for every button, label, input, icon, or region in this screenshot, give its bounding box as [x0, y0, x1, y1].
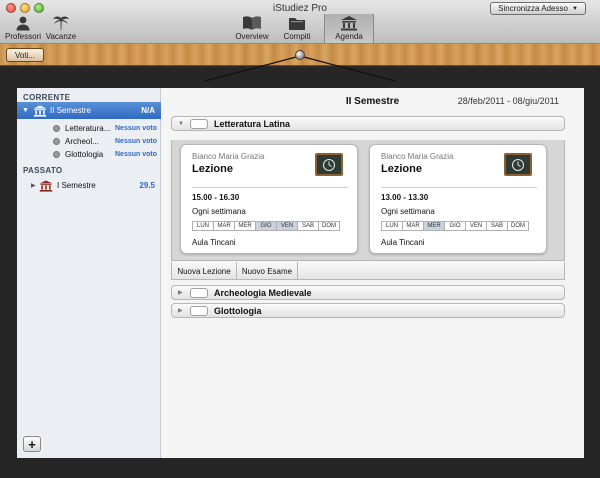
- card-time: 15.00 - 16.30: [192, 193, 240, 202]
- day-ven[interactable]: VEN: [276, 221, 298, 231]
- course-color-swatch: [190, 305, 208, 316]
- day-mar[interactable]: MAR: [402, 221, 424, 231]
- disclosure-triangle-icon[interactable]: ▼: [22, 107, 30, 114]
- sync-now-button[interactable]: Sincronizza Adesso ▼: [490, 2, 586, 15]
- toolbar-overview-label: Overview: [235, 32, 269, 41]
- day-mer[interactable]: MER: [423, 221, 445, 231]
- course-header-archeologia[interactable]: ▶ Archeologia Medievale: [171, 285, 565, 300]
- toolbar-vacanze[interactable]: Vacanze: [44, 14, 78, 43]
- new-lesson-button[interactable]: Nuova Lezione: [172, 262, 237, 280]
- card-time: 13.00 - 13.30: [381, 193, 429, 202]
- course-title: Glottologia: [214, 305, 262, 316]
- card-kind: Lezione: [381, 163, 422, 175]
- card-room: Aula Tincani: [381, 238, 425, 247]
- toolbar-agenda-label: Agenda: [335, 32, 363, 41]
- sidebar-item-current-semester[interactable]: ▼ II Semestre N/A: [17, 102, 161, 119]
- new-exam-button[interactable]: Nuovo Esame: [237, 262, 298, 280]
- sidebar-item-past-semester[interactable]: ▶ I Semestre 29.5: [17, 177, 161, 194]
- class-card[interactable]: Bianco Maria Grazia Lezione 13.00 - 13.3…: [369, 144, 547, 254]
- section-header-current: CORRENTE: [23, 93, 71, 102]
- section-header-past: PASSATO: [23, 166, 63, 175]
- day-sab[interactable]: SAB: [486, 221, 508, 231]
- semester-date-range: 28/feb/2011 - 08/giu/2011: [457, 96, 559, 106]
- course-header-letteratura[interactable]: ▼ Letteratura Latina: [171, 116, 565, 131]
- past-semester-label: I Semestre: [57, 181, 96, 190]
- toolbar-agenda[interactable]: Agenda: [324, 14, 374, 43]
- card-kind: Lezione: [192, 163, 233, 175]
- course-dot-icon: [53, 150, 60, 158]
- day-mar[interactable]: MAR: [213, 221, 235, 231]
- day-lun[interactable]: LUN: [192, 221, 214, 231]
- day-mer[interactable]: MER: [234, 221, 256, 231]
- day-gio[interactable]: GIO: [444, 221, 466, 231]
- disclosure-triangle-icon[interactable]: ▶: [178, 307, 190, 314]
- toolbar-compiti[interactable]: Compiti: [277, 14, 317, 43]
- person-icon: [13, 15, 33, 31]
- disclosure-triangle-icon[interactable]: ▼: [178, 121, 190, 127]
- course-title: Archeologia Medievale: [214, 287, 312, 298]
- toolbar-vacanze-label: Vacanze: [45, 32, 77, 41]
- disclosure-triangle-icon[interactable]: ▶: [31, 182, 39, 189]
- card-divider: [381, 187, 537, 188]
- course-name: Archeol...: [65, 136, 99, 146]
- day-lun[interactable]: LUN: [381, 221, 403, 231]
- card-divider: [192, 187, 348, 188]
- day-selector: LUN MAR MER GIO VEN SAB DOM: [192, 221, 340, 231]
- day-ven[interactable]: VEN: [465, 221, 487, 231]
- course-dot-icon: [53, 137, 60, 145]
- past-semester-value: 29.5: [139, 181, 155, 190]
- course-color-swatch: [190, 118, 208, 129]
- card-professor: Bianco Maria Grazia: [381, 152, 454, 161]
- sidebar-course-item[interactable]: Archeol... Nessun voto: [53, 135, 159, 147]
- course-grade-status: Nessun voto: [115, 150, 158, 158]
- sidebar-course-item[interactable]: Glottologia Nessun voto: [53, 148, 159, 160]
- course-name: Letteratura...: [65, 123, 111, 133]
- course-header-glottologia[interactable]: ▶ Glottologia: [171, 303, 565, 318]
- card-frequency: Ogni settimana: [381, 207, 435, 216]
- building-icon: [33, 105, 47, 117]
- sync-now-label: Sincronizza Adesso: [498, 4, 568, 13]
- add-button[interactable]: +: [23, 436, 41, 452]
- chalkboard-clock-icon: [315, 153, 343, 176]
- palm-tree-icon: [51, 15, 71, 31]
- class-card[interactable]: Bianco Maria Grazia Lezione 15.00 - 16.3…: [180, 144, 358, 254]
- disclosure-triangle-icon[interactable]: ▶: [178, 289, 190, 296]
- course-dot-icon: [53, 124, 60, 132]
- building-icon: [39, 180, 53, 192]
- folder-icon: [287, 15, 307, 31]
- sidebar-course-item[interactable]: Letteratura... Nessun voto: [53, 122, 159, 134]
- day-gio[interactable]: GIO: [255, 221, 277, 231]
- day-dom[interactable]: DOM: [318, 221, 340, 231]
- current-semester-value: N/A: [141, 106, 155, 115]
- toolbar-professori-label: Professori: [5, 32, 42, 41]
- course-actions-bar: Nuova Lezione Nuovo Esame: [171, 262, 565, 280]
- course-grade-status: Nessun voto: [115, 124, 158, 132]
- course-title: Letteratura Latina: [214, 118, 291, 129]
- card-professor: Bianco Maria Grazia: [192, 152, 265, 161]
- course-color-swatch: [190, 287, 208, 298]
- window-toolbar: iStudiez Pro Sincronizza Adesso ▼ Profes…: [0, 0, 600, 44]
- chevron-down-icon: ▼: [571, 5, 578, 12]
- card-room: Aula Tincani: [192, 238, 236, 247]
- toolbar-professori[interactable]: Professori: [5, 14, 41, 43]
- day-dom[interactable]: DOM: [507, 221, 529, 231]
- book-icon: [242, 15, 262, 31]
- card-frequency: Ogni settimana: [192, 207, 246, 216]
- chalkboard-clock-icon: [504, 153, 532, 176]
- nail-icon: [295, 50, 305, 60]
- toolbar-overview[interactable]: Overview: [232, 14, 272, 43]
- day-sab[interactable]: SAB: [297, 221, 319, 231]
- course-grade-status: Nessun voto: [115, 137, 158, 145]
- current-semester-label: II Semestre: [50, 106, 91, 115]
- building-icon: [339, 15, 359, 31]
- sidebar: CORRENTE ▼ II Semestre N/A Letteratura..…: [17, 88, 161, 458]
- day-selector: LUN MAR MER GIO VEN SAB DOM: [381, 221, 529, 231]
- course-name: Glottologia: [65, 149, 104, 159]
- toolbar-compiti-label: Compiti: [283, 32, 311, 41]
